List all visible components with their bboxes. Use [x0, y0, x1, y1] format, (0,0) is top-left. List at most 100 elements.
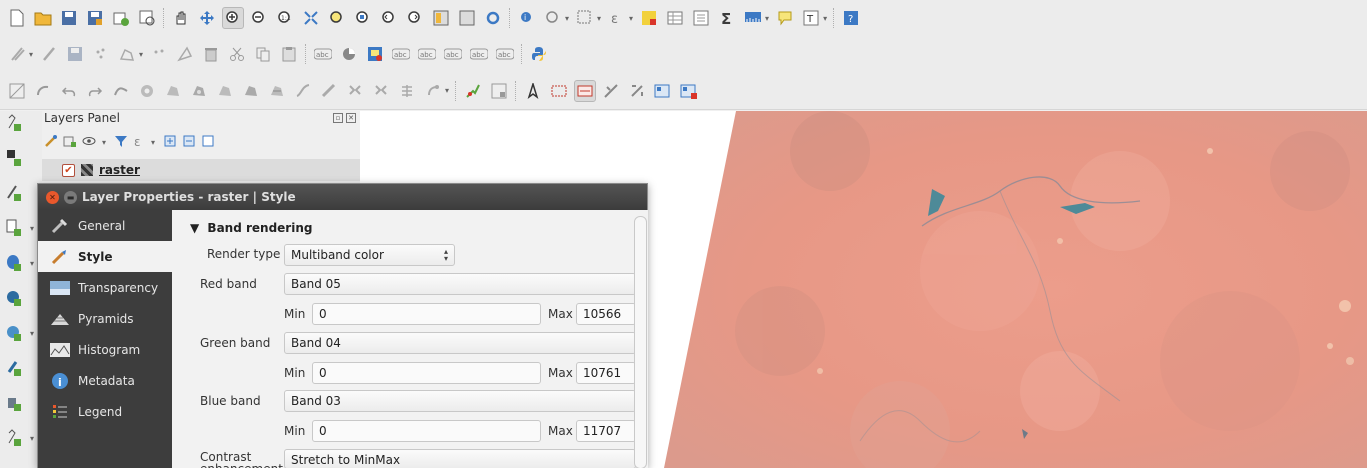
zoom-next-icon[interactable]: [404, 7, 426, 29]
chevron-down-icon[interactable]: ▾: [765, 14, 769, 23]
layout-manager-icon[interactable]: [136, 7, 158, 29]
raster-calc-icon[interactable]: [600, 80, 622, 102]
green-band-select[interactable]: Band 04: [284, 332, 636, 354]
new-3d-view-icon[interactable]: [456, 7, 478, 29]
pan-hand-icon[interactable]: [170, 7, 192, 29]
new-project-icon[interactable]: [6, 7, 28, 29]
chevron-down-icon[interactable]: ▾: [823, 14, 827, 23]
merge-features-icon[interactable]: [370, 80, 392, 102]
add-point-icon[interactable]: [90, 43, 112, 65]
simplify-feature-icon[interactable]: [110, 80, 132, 102]
tab-general[interactable]: General: [38, 210, 172, 241]
move-feature-icon[interactable]: [148, 43, 170, 65]
tab-histogram[interactable]: Histogram: [38, 334, 172, 365]
remove-layer-icon[interactable]: [201, 134, 215, 151]
chevron-down-icon[interactable]: ▾: [565, 14, 569, 23]
zoom-in-icon[interactable]: [222, 7, 244, 29]
change-label-icon[interactable]: abc: [494, 43, 516, 65]
layer-visibility-checkbox[interactable]: ✔: [62, 163, 75, 177]
save-as-icon[interactable]: [84, 7, 106, 29]
new-shapefile-icon[interactable]: [4, 428, 24, 448]
zoom-to-selection-icon[interactable]: [326, 7, 348, 29]
chevron-down-icon[interactable]: ▾: [30, 434, 34, 443]
zoom-out-icon[interactable]: [248, 7, 270, 29]
tab-legend[interactable]: Legend: [38, 396, 172, 427]
zoom-full-icon[interactable]: [300, 7, 322, 29]
select-rubberband-icon[interactable]: [548, 80, 570, 102]
measure-icon[interactable]: [742, 7, 764, 29]
undo-icon[interactable]: [58, 80, 80, 102]
expand-all-icon[interactable]: [163, 134, 177, 151]
raster-add-icon[interactable]: [678, 80, 700, 102]
show-hide-labels-icon[interactable]: abc: [416, 43, 438, 65]
close-icon[interactable]: ✕: [46, 190, 59, 204]
save-edits-icon[interactable]: [64, 43, 86, 65]
green-max-input[interactable]: 10761: [576, 362, 636, 384]
minimize-icon[interactable]: ▬: [64, 190, 77, 204]
toggle-editing-icon[interactable]: [38, 43, 60, 65]
add-vector-layer-icon[interactable]: [4, 113, 24, 133]
offset-curve-icon[interactable]: [292, 80, 314, 102]
delete-part-icon[interactable]: [240, 80, 262, 102]
copy-features-icon[interactable]: [252, 43, 274, 65]
merge-attributes-icon[interactable]: [396, 80, 418, 102]
statistical-summary-icon[interactable]: [690, 7, 712, 29]
add-spatialite-icon[interactable]: [4, 253, 24, 273]
new-map-view-icon[interactable]: [430, 7, 452, 29]
python-console-icon[interactable]: [528, 43, 550, 65]
identify-icon[interactable]: i: [516, 7, 538, 29]
sum-icon[interactable]: Σ: [716, 7, 738, 29]
chevron-down-icon[interactable]: ▾: [30, 224, 34, 233]
add-raster-layer-icon[interactable]: [4, 148, 24, 168]
rotate-point-symbols-icon[interactable]: [422, 80, 444, 102]
add-wfs-icon[interactable]: [4, 393, 24, 413]
add-mesh-layer-icon[interactable]: [4, 183, 24, 203]
add-wcs-icon[interactable]: [4, 358, 24, 378]
deselect-all-icon[interactable]: [638, 7, 660, 29]
reshape-features-icon[interactable]: [266, 80, 288, 102]
chevron-down-icon[interactable]: ▾: [29, 50, 33, 59]
refresh-icon[interactable]: [482, 7, 504, 29]
select-rectangle-icon[interactable]: [574, 7, 596, 29]
tab-transparency[interactable]: Transparency: [38, 272, 172, 303]
vertex-tool-icon[interactable]: [116, 43, 138, 65]
north-arrow-icon[interactable]: [522, 80, 544, 102]
zoom-last-icon[interactable]: [378, 7, 400, 29]
collapse-all-icon[interactable]: [182, 134, 196, 151]
filter-expression-icon[interactable]: ε: [133, 134, 147, 151]
blue-max-input[interactable]: 11707: [576, 420, 636, 442]
chevron-down-icon[interactable]: ▾: [629, 14, 633, 23]
cut-features-icon[interactable]: [226, 43, 248, 65]
chevron-down-icon[interactable]: ▾: [30, 329, 34, 338]
zoom-to-layer-icon[interactable]: [352, 7, 374, 29]
current-edits-icon[interactable]: [6, 43, 28, 65]
enable-advanced-digitizing-icon[interactable]: [6, 80, 28, 102]
filter-icon[interactable]: [114, 134, 128, 151]
collapse-arrow-icon[interactable]: ▼: [190, 221, 199, 235]
open-project-icon[interactable]: [32, 7, 54, 29]
mesh-tool-icon[interactable]: [488, 80, 510, 102]
chevron-down-icon[interactable]: ▾: [151, 138, 155, 147]
chevron-down-icon[interactable]: ▾: [139, 50, 143, 59]
green-min-input[interactable]: 0: [312, 362, 541, 384]
split-parts-icon[interactable]: [344, 80, 366, 102]
delete-selected-icon[interactable]: [200, 43, 222, 65]
georeferencer-icon[interactable]: [626, 80, 648, 102]
chevron-down-icon[interactable]: ▾: [597, 14, 601, 23]
snapping-tool-icon[interactable]: [462, 80, 484, 102]
tab-style[interactable]: Style: [38, 241, 172, 272]
add-ring-icon[interactable]: [136, 80, 158, 102]
move-label-icon[interactable]: abc: [442, 43, 464, 65]
pan-to-selection-icon[interactable]: [196, 7, 218, 29]
add-group-icon[interactable]: [63, 134, 77, 151]
rotate-feature-icon[interactable]: [32, 80, 54, 102]
chevron-down-icon[interactable]: ▾: [30, 259, 34, 268]
band-rendering-section[interactable]: ▼ Band rendering: [190, 221, 312, 235]
blue-min-input[interactable]: 0: [312, 420, 541, 442]
raster-info-icon[interactable]: [652, 80, 674, 102]
tab-metadata[interactable]: i Metadata: [38, 365, 172, 396]
red-min-input[interactable]: 0: [312, 303, 541, 325]
style-manager-icon[interactable]: [44, 134, 58, 151]
chevron-down-icon[interactable]: ▾: [102, 138, 106, 147]
scale-bar-icon[interactable]: [574, 79, 597, 102]
